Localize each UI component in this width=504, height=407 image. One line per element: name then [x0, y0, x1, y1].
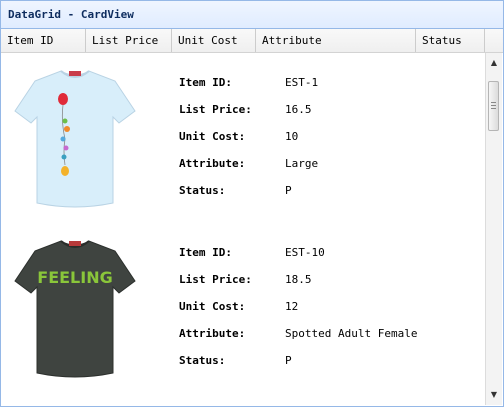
grip-line — [491, 108, 496, 109]
column-header-list-price[interactable]: List Price — [86, 29, 172, 52]
field-label: Attribute: — [179, 157, 246, 170]
field-attribute: Attribute: Spotted Adult Female — [179, 326, 417, 342]
field-label: Status: — [179, 184, 226, 197]
column-header-row: Item ID List Price Unit Cost Attribute S… — [1, 29, 503, 53]
field-item-id: Item ID: EST-10 — [179, 245, 325, 261]
field-value: 12 — [285, 300, 299, 313]
field-label: List Price: — [179, 273, 252, 286]
field-value: 10 — [285, 130, 299, 143]
field-unit-cost: Unit Cost: 10 — [179, 129, 298, 145]
scroll-down-arrow-icon[interactable]: ▼ — [486, 387, 502, 403]
field-unit-cost: Unit Cost: 12 — [179, 299, 298, 315]
field-value: Spotted Adult Female — [285, 327, 418, 340]
grid-body: Item ID: EST-1 List Price: 16.5 Unit Cost:… — [1, 53, 485, 406]
panel-title: DataGrid - CardView — [8, 8, 134, 21]
field-label: Unit Cost: — [179, 300, 246, 313]
table-row[interactable]: Item ID: EST-1 List Price: 16.5 Unit Cost:… — [1, 53, 485, 223]
field-label: Attribute: — [179, 327, 246, 340]
panel-header: DataGrid - CardView — [1, 1, 503, 29]
field-value: 16.5 — [285, 103, 312, 116]
field-list-price: List Price: 18.5 — [179, 272, 312, 288]
vertical-scrollbar[interactable]: ▲ ▼ — [485, 53, 502, 405]
field-item-id: Item ID: EST-1 — [179, 75, 318, 91]
field-status: Status: P — [179, 183, 292, 199]
product-image — [14, 70, 136, 208]
field-value: Large — [285, 157, 319, 170]
field-value: 18.5 — [285, 273, 312, 286]
field-value: P — [285, 354, 292, 367]
field-value: EST-10 — [285, 246, 325, 259]
datagrid-panel: DataGrid - CardView Item ID List Price U… — [0, 0, 504, 407]
grip-line — [491, 105, 496, 106]
column-header-unit-cost[interactable]: Unit Cost — [172, 29, 256, 52]
product-image: FEELING — [14, 240, 136, 378]
scroll-up-arrow-icon[interactable]: ▲ — [486, 55, 502, 71]
grip-line — [491, 102, 496, 103]
field-attribute: Attribute: Large — [179, 156, 318, 172]
column-header-status[interactable]: Status — [416, 29, 485, 52]
table-row[interactable]: FEELING Item ID: EST-10 List Price: 18.5 U… — [1, 223, 485, 393]
field-label: Item ID: — [179, 246, 232, 259]
column-header-item-id[interactable]: Item ID — [1, 29, 86, 52]
field-value: EST-1 — [285, 76, 319, 89]
field-value: P — [285, 184, 292, 197]
field-label: Status: — [179, 354, 226, 367]
field-list-price: List Price: 16.5 — [179, 102, 312, 118]
shirt-print-text: FEELING — [37, 268, 112, 287]
field-label: Unit Cost: — [179, 130, 246, 143]
field-label: List Price: — [179, 103, 252, 116]
field-status: Status: P — [179, 353, 292, 369]
scrollbar-thumb[interactable] — [488, 81, 499, 131]
field-label: Item ID: — [179, 76, 232, 89]
column-header-attribute[interactable]: Attribute — [256, 29, 416, 52]
